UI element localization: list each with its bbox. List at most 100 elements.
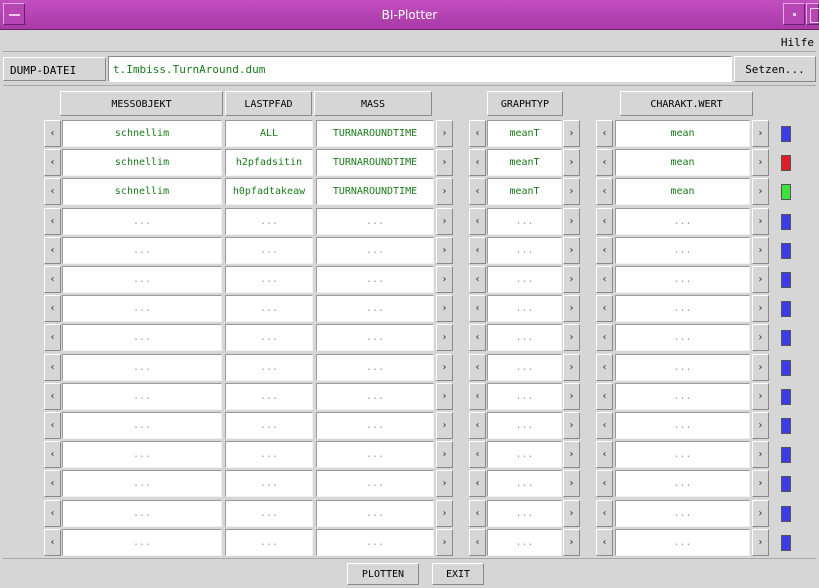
messobjekt-prev-button[interactable]: ‹ bbox=[44, 149, 61, 176]
graphtyp-field[interactable]: meanT bbox=[487, 149, 562, 176]
mass-next-button[interactable]: › bbox=[436, 470, 453, 497]
wert-prev-button[interactable]: ‹ bbox=[596, 237, 613, 264]
mass-field[interactable]: ... bbox=[316, 295, 434, 322]
messobjekt-prev-button[interactable]: ‹ bbox=[44, 500, 61, 527]
lastpfad-field[interactable]: ALL bbox=[225, 120, 313, 147]
mass-next-button[interactable]: › bbox=[436, 324, 453, 351]
color-swatch[interactable] bbox=[781, 330, 791, 346]
messobjekt-field[interactable]: ... bbox=[62, 412, 222, 439]
color-swatch[interactable] bbox=[781, 389, 791, 405]
graphtyp-next-button[interactable]: › bbox=[563, 120, 580, 147]
graphtyp-field[interactable]: ... bbox=[487, 470, 562, 497]
messobjekt-field[interactable]: schnellim bbox=[62, 149, 222, 176]
wert-next-button[interactable]: › bbox=[752, 266, 769, 293]
graphtyp-field[interactable]: ... bbox=[487, 266, 562, 293]
wert-field[interactable]: ... bbox=[615, 470, 750, 497]
wert-next-button[interactable]: › bbox=[752, 178, 769, 205]
lastpfad-field[interactable]: ... bbox=[225, 500, 313, 527]
graphtyp-prev-button[interactable]: ‹ bbox=[469, 354, 486, 381]
wert-field[interactable]: ... bbox=[615, 324, 750, 351]
wert-next-button[interactable]: › bbox=[752, 383, 769, 410]
lastpfad-field[interactable]: ... bbox=[225, 295, 313, 322]
graphtyp-field[interactable]: ... bbox=[487, 529, 562, 556]
graphtyp-next-button[interactable]: › bbox=[563, 324, 580, 351]
graphtyp-next-button[interactable]: › bbox=[563, 383, 580, 410]
wert-field[interactable]: ... bbox=[615, 412, 750, 439]
graphtyp-prev-button[interactable]: ‹ bbox=[469, 324, 486, 351]
graphtyp-prev-button[interactable]: ‹ bbox=[469, 441, 486, 468]
wert-next-button[interactable]: › bbox=[752, 470, 769, 497]
wert-next-button[interactable]: › bbox=[752, 237, 769, 264]
lastpfad-field[interactable]: ... bbox=[225, 266, 313, 293]
lastpfad-field[interactable]: ... bbox=[225, 470, 313, 497]
messobjekt-prev-button[interactable]: ‹ bbox=[44, 470, 61, 497]
wert-next-button[interactable]: › bbox=[752, 208, 769, 235]
wert-prev-button[interactable]: ‹ bbox=[596, 324, 613, 351]
graphtyp-field[interactable]: ... bbox=[487, 208, 562, 235]
messobjekt-prev-button[interactable]: ‹ bbox=[44, 412, 61, 439]
graphtyp-field[interactable]: meanT bbox=[487, 120, 562, 147]
wert-prev-button[interactable]: ‹ bbox=[596, 354, 613, 381]
color-swatch[interactable] bbox=[781, 535, 791, 551]
wert-field[interactable]: ... bbox=[615, 441, 750, 468]
wert-prev-button[interactable]: ‹ bbox=[596, 178, 613, 205]
graphtyp-next-button[interactable]: › bbox=[563, 295, 580, 322]
graphtyp-field[interactable]: meanT bbox=[487, 178, 562, 205]
mass-field[interactable]: TURNAROUNDTIME bbox=[316, 178, 434, 205]
messobjekt-field[interactable]: ... bbox=[62, 208, 222, 235]
wert-next-button[interactable]: › bbox=[752, 324, 769, 351]
messobjekt-prev-button[interactable]: ‹ bbox=[44, 178, 61, 205]
mass-field[interactable]: ... bbox=[316, 354, 434, 381]
graphtyp-next-button[interactable]: › bbox=[563, 149, 580, 176]
graphtyp-field[interactable]: ... bbox=[487, 412, 562, 439]
graphtyp-next-button[interactable]: › bbox=[563, 412, 580, 439]
lastpfad-field[interactable]: ... bbox=[225, 412, 313, 439]
maximize-button[interactable] bbox=[806, 3, 819, 25]
messobjekt-prev-button[interactable]: ‹ bbox=[44, 120, 61, 147]
wert-field[interactable]: ... bbox=[615, 529, 750, 556]
color-swatch[interactable] bbox=[781, 243, 791, 259]
lastpfad-field[interactable]: h0pfadtakeaw bbox=[225, 178, 313, 205]
graphtyp-field[interactable]: ... bbox=[487, 441, 562, 468]
messobjekt-prev-button[interactable]: ‹ bbox=[44, 441, 61, 468]
mass-next-button[interactable]: › bbox=[436, 266, 453, 293]
color-swatch[interactable] bbox=[781, 418, 791, 434]
lastpfad-field[interactable]: ... bbox=[225, 441, 313, 468]
mass-next-button[interactable]: › bbox=[436, 500, 453, 527]
messobjekt-field[interactable]: ... bbox=[62, 266, 222, 293]
wert-next-button[interactable]: › bbox=[752, 529, 769, 556]
graphtyp-prev-button[interactable]: ‹ bbox=[469, 412, 486, 439]
wert-next-button[interactable]: › bbox=[752, 295, 769, 322]
messobjekt-prev-button[interactable]: ‹ bbox=[44, 266, 61, 293]
mass-next-button[interactable]: › bbox=[436, 441, 453, 468]
mass-field[interactable]: ... bbox=[316, 470, 434, 497]
messobjekt-field[interactable]: ... bbox=[62, 354, 222, 381]
messobjekt-prev-button[interactable]: ‹ bbox=[44, 324, 61, 351]
graphtyp-next-button[interactable]: › bbox=[563, 500, 580, 527]
mass-field[interactable]: ... bbox=[316, 500, 434, 527]
messobjekt-field[interactable]: ... bbox=[62, 295, 222, 322]
minimize-button[interactable] bbox=[783, 3, 805, 25]
mass-next-button[interactable]: › bbox=[436, 354, 453, 381]
mass-field[interactable]: ... bbox=[316, 324, 434, 351]
messobjekt-prev-button[interactable]: ‹ bbox=[44, 295, 61, 322]
messobjekt-field[interactable]: ... bbox=[62, 470, 222, 497]
messobjekt-prev-button[interactable]: ‹ bbox=[44, 529, 61, 556]
graphtyp-prev-button[interactable]: ‹ bbox=[469, 266, 486, 293]
wert-field[interactable]: ... bbox=[615, 295, 750, 322]
mass-field[interactable]: ... bbox=[316, 266, 434, 293]
color-swatch[interactable] bbox=[781, 272, 791, 288]
messobjekt-field[interactable]: ... bbox=[62, 441, 222, 468]
wert-prev-button[interactable]: ‹ bbox=[596, 149, 613, 176]
exit-button[interactable]: EXIT bbox=[432, 563, 484, 585]
messobjekt-prev-button[interactable]: ‹ bbox=[44, 237, 61, 264]
graphtyp-next-button[interactable]: › bbox=[563, 266, 580, 293]
lastpfad-field[interactable]: ... bbox=[225, 383, 313, 410]
wert-prev-button[interactable]: ‹ bbox=[596, 470, 613, 497]
mass-next-button[interactable]: › bbox=[436, 208, 453, 235]
graphtyp-prev-button[interactable]: ‹ bbox=[469, 149, 486, 176]
wert-field[interactable]: mean bbox=[615, 178, 750, 205]
menu-help[interactable]: Hilfe bbox=[781, 36, 814, 49]
mass-field[interactable]: ... bbox=[316, 237, 434, 264]
graphtyp-field[interactable]: ... bbox=[487, 354, 562, 381]
